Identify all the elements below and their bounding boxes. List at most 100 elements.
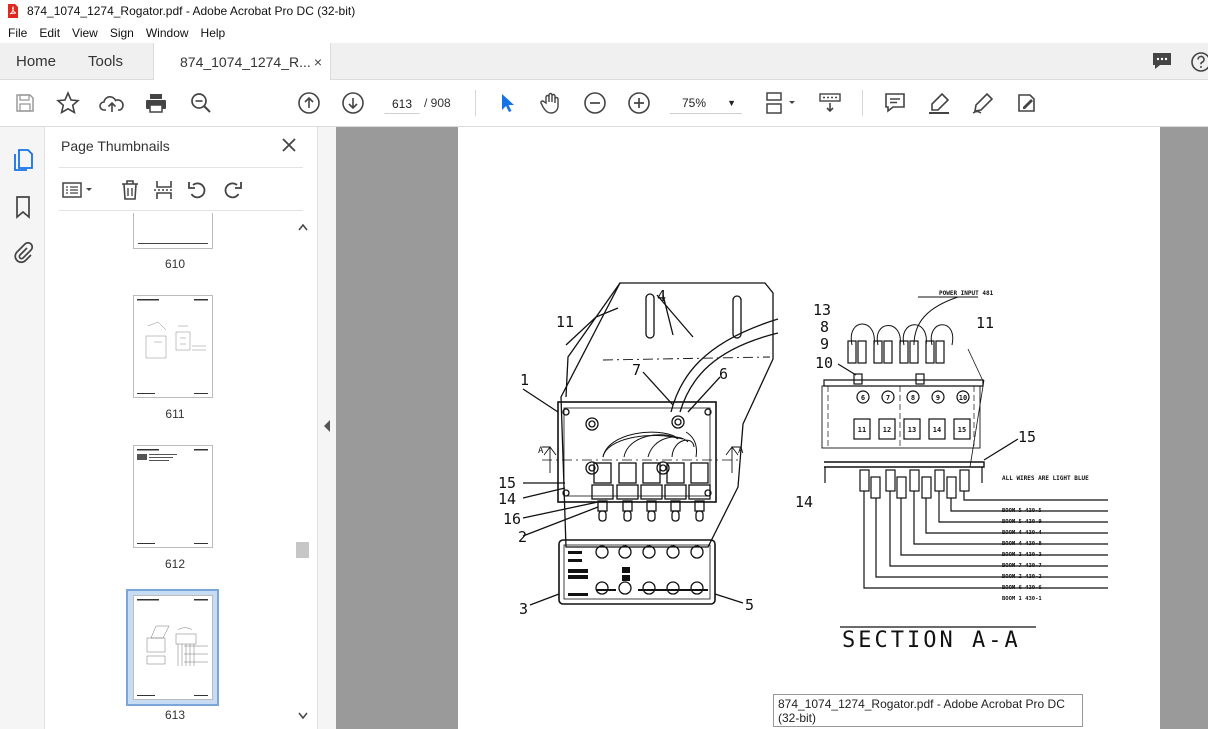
scrolling-mode-button[interactable] [817,90,843,116]
fit-page-icon [766,92,795,114]
slot [645,293,655,339]
circle-number: 9 [936,394,940,402]
panel-collapse-handle[interactable] [317,127,336,729]
menu-edit[interactable]: Edit [33,26,66,40]
page-preview-icon [137,599,208,696]
zoom-level-select[interactable]: 75% ▼ [670,92,742,114]
thumbnail-options-button[interactable] [61,178,95,202]
square-number: 13 [908,426,916,434]
menu-help[interactable]: Help [195,26,232,40]
delete-pages-button[interactable] [119,178,141,202]
page-thumbnails-toggle[interactable] [10,147,36,173]
document-viewport[interactable]: 11 4 1 7 6 15 14 16 2 3 5 13 8 9 10 11 1… [336,127,1208,729]
callout-14: 14 [498,490,516,508]
attachments-toggle[interactable] [10,240,36,266]
magnifier-minus-icon [191,93,211,113]
hand-tool-button[interactable] [538,90,564,116]
scrollbar-thumb[interactable] [296,542,309,558]
page-number-input[interactable]: 613 [384,92,420,114]
window-title: 874_1074_1274_Rogator.pdf - Adobe Acroba… [27,4,356,18]
circle-number: 7 [886,394,890,402]
comment-button[interactable] [882,90,908,116]
boom-label: BOOM 5 430-9 [1002,519,1042,525]
thumbnail-page-610[interactable] [133,213,213,249]
toolbar-divider [475,90,476,116]
tab-document[interactable]: 874_1074_1274_R... × [153,43,331,81]
thumbnail-page-611[interactable] [133,295,213,398]
menu-sign[interactable]: Sign [104,26,140,40]
tab-close-icon[interactable]: × [314,54,322,70]
pages-icon [14,149,33,171]
help-icon[interactable] [1190,51,1208,73]
page-display-button[interactable] [762,90,798,116]
tab-bar: Home Tools 874_1074_1274_R... × [0,43,1208,81]
thumbnail-scrollbar[interactable] [295,220,311,725]
boom-label: BOOM 6 430-6 [1002,585,1042,591]
callout-15b: 15 [1018,428,1036,446]
cloud-upload-icon [99,96,124,112]
extract-pages-button[interactable] [153,178,175,202]
previous-page-button[interactable] [296,90,322,116]
menu-file[interactable]: File [2,26,33,40]
callout-6: 6 [719,365,728,383]
boom-label: BOOM 1 430-1 [1002,596,1042,602]
rotate-counterclockwise-button[interactable] [187,178,209,202]
main-toolbar: 613 / 908 75% ▼ [0,80,1208,127]
switch-box [557,401,717,503]
square-number: 14 [933,426,941,434]
page-total: / 908 [424,96,451,110]
section-arrow-label-right: A [738,446,744,456]
minus-circle-icon [584,92,606,114]
scroll-down-icon[interactable] [298,712,308,720]
keyboard-scroll-icon [819,93,841,113]
hand-icon [540,92,559,114]
tab-home[interactable]: Home [16,43,56,80]
power-input-label: POWER INPUT 481 [939,290,994,297]
callout-3: 3 [519,600,528,618]
zoom-out-button[interactable] [582,90,608,116]
menu-window[interactable]: Window [140,26,195,40]
boom-label: BOOM 4 430-4 [1002,530,1042,536]
chevron-left-icon [324,420,330,432]
rotate-clockwise-button[interactable] [221,178,243,202]
sign-document-icon [1018,94,1035,112]
save-button[interactable] [12,90,38,116]
thumbnail-label: 610 [164,257,186,271]
navigation-rail [0,127,45,729]
panel-close-button[interactable] [279,135,299,155]
pdf-page: 11 4 1 7 6 15 14 16 2 3 5 13 8 9 10 11 1… [458,127,1160,729]
callout-14b: 14 [795,493,813,511]
thumbnail-page-612[interactable] [133,445,213,548]
plus-circle-icon [628,92,650,114]
draw-button[interactable] [970,90,996,116]
bookmark-star-button[interactable] [55,90,81,116]
scroll-up-icon[interactable] [298,223,308,231]
thumbnail-label: 613 [164,708,186,722]
zoom-search-button[interactable] [188,90,214,116]
print-button[interactable] [143,90,169,116]
thumbnail-page-613[interactable] [133,595,213,700]
circle-number: 6 [861,394,865,402]
highlight-button[interactable] [926,90,952,116]
trash-icon [122,180,138,200]
bookmarks-toggle[interactable] [10,194,36,220]
wire-color-note: ALL WIRES ARE LIGHT BLUE [1002,475,1089,482]
share-upload-button[interactable] [99,90,125,116]
select-tool-button[interactable] [494,90,520,116]
callout-16: 16 [503,510,521,528]
slot [732,295,742,339]
fill-sign-button[interactable] [1014,90,1040,116]
page-thumbnails-panel: Page Thumbnails 610 611 612 613 [45,127,317,729]
menu-view[interactable]: View [66,26,104,40]
boom-label: BOOM 4 430-8 [1002,541,1042,547]
boom-label: BOOM 3 430-3 [1002,552,1042,558]
zoom-in-button[interactable] [626,90,652,116]
callout-9: 9 [820,335,829,353]
section-arrow-label-left: A [538,446,544,456]
tab-tools[interactable]: Tools [88,43,123,80]
next-page-button[interactable] [340,90,366,116]
comment-bubble-icon[interactable] [1151,51,1173,71]
square-number: 12 [883,426,891,434]
callout-1: 1 [520,371,529,389]
callout-7: 7 [632,361,641,379]
